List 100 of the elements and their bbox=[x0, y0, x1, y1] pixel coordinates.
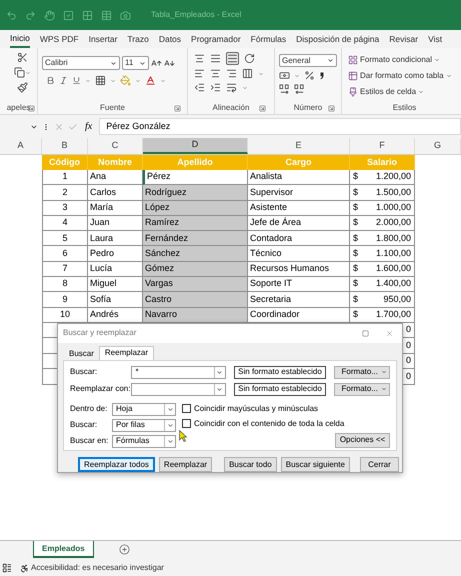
checkbox[interactable]: Coincidir mayúsculas y minúsculas bbox=[182, 402, 390, 415]
formula-field[interactable]: Pérez González bbox=[99, 118, 461, 135]
column-header[interactable]: A bbox=[0, 138, 42, 154]
paintbrush-icon[interactable] bbox=[17, 82, 28, 93]
close-icon[interactable] bbox=[385, 328, 394, 338]
align-right-icon[interactable] bbox=[226, 68, 237, 79]
dialog-tab[interactable]: Buscar bbox=[64, 348, 99, 360]
table-cell-text: Soporte IT bbox=[250, 277, 292, 290]
ribbon-tab[interactable]: Datos bbox=[158, 30, 182, 48]
dialog-button[interactable]: Cerrar bbox=[360, 457, 399, 472]
ribbon-tab[interactable]: Revisar bbox=[389, 30, 418, 48]
dialog-launcher-icon[interactable] bbox=[328, 104, 335, 112]
styles-button[interactable]: Estilos de celda bbox=[348, 85, 461, 98]
ribbon-tab[interactable]: WPS PDF bbox=[40, 30, 79, 48]
table-cell: 6 bbox=[42, 246, 88, 262]
checkbox[interactable]: Coincidir con el contenido de toda la celda bbox=[182, 418, 390, 430]
decrease-font-icon[interactable] bbox=[164, 58, 175, 68]
dialog-tab[interactable]: Reemplazar bbox=[98, 346, 154, 360]
bold-icon[interactable] bbox=[46, 76, 55, 85]
option-select[interactable]: Fórmulas bbox=[112, 434, 176, 448]
table-cell-text: 1.000,00 bbox=[376, 200, 411, 214]
styles-button[interactable]: Dar formato como tabla bbox=[348, 69, 461, 82]
scissors-icon[interactable] bbox=[17, 52, 28, 63]
chevron-down-icon bbox=[216, 386, 224, 393]
table-cell: 9 bbox=[42, 292, 88, 308]
insert-function-button[interactable]: fx bbox=[82, 119, 96, 134]
dialog-button[interactable]: Reemplazar bbox=[158, 457, 212, 472]
table-cell-text: 950,00 bbox=[383, 292, 411, 306]
decrease-decimal-icon[interactable] bbox=[294, 84, 305, 95]
sheet-tab[interactable]: Empleados bbox=[33, 541, 94, 558]
column-header[interactable]: E bbox=[248, 138, 350, 154]
styles-icon bbox=[348, 86, 358, 96]
dialog-button[interactable]: Reemplazar todos bbox=[78, 457, 155, 472]
number-format-field[interactable]: General bbox=[279, 54, 337, 67]
option-select[interactable]: Hoja bbox=[112, 402, 176, 416]
increase-decimal-icon[interactable] bbox=[279, 84, 290, 95]
font-name-field[interactable]: Calibri bbox=[42, 56, 120, 70]
dialog-button[interactable]: Buscar siguiente bbox=[280, 457, 350, 472]
percent-icon[interactable] bbox=[304, 70, 315, 81]
find-field[interactable] bbox=[131, 382, 226, 396]
comma-icon[interactable] bbox=[319, 71, 325, 80]
currency-symbol: $ bbox=[353, 186, 358, 199]
currency-icon[interactable] bbox=[279, 70, 290, 81]
format-button[interactable]: Formato... bbox=[334, 366, 390, 379]
find-field[interactable]: * bbox=[131, 366, 226, 379]
align-bottom-icon[interactable] bbox=[227, 53, 238, 64]
increase-font-icon[interactable] bbox=[151, 58, 162, 68]
font-color-icon[interactable] bbox=[145, 75, 156, 86]
checkbox-icon[interactable] bbox=[63, 10, 74, 20]
ribbon-tab[interactable]: Trazo bbox=[127, 30, 149, 48]
option-label: Dentro de: bbox=[70, 403, 108, 416]
ribbon-tab[interactable]: Disposición de página bbox=[296, 30, 380, 48]
ribbon-tab[interactable]: Fórmulas bbox=[250, 30, 286, 48]
group-label: Estilos bbox=[392, 102, 416, 114]
indent-decrease-icon[interactable] bbox=[194, 82, 205, 93]
table-cell: 7 bbox=[42, 262, 88, 278]
window-title: Tabla_Empleados - Excel bbox=[151, 9, 242, 21]
font-size-field[interactable]: 11 bbox=[122, 56, 149, 70]
wrap-text-icon[interactable] bbox=[226, 82, 237, 93]
ribbon-tab[interactable]: Vist bbox=[428, 30, 442, 48]
table-cell: Pedro bbox=[88, 246, 143, 262]
currency-symbol: $ bbox=[353, 262, 358, 276]
column-header[interactable]: B bbox=[42, 138, 88, 154]
chevron-down-icon bbox=[110, 60, 117, 66]
copy-icon[interactable] bbox=[14, 67, 25, 78]
chevron-down-icon bbox=[418, 88, 424, 94]
orientation-icon[interactable] bbox=[244, 53, 255, 64]
column-header[interactable]: D bbox=[143, 138, 248, 154]
table-header-cell: Cargo bbox=[248, 155, 350, 170]
table-cell: Sofía bbox=[88, 292, 143, 308]
dialog-launcher-icon[interactable] bbox=[174, 104, 181, 112]
group-label: Fuente bbox=[100, 102, 125, 114]
table-header-cell: Código bbox=[42, 155, 88, 170]
table-cell: 5 bbox=[42, 231, 88, 246]
underline-icon[interactable] bbox=[72, 76, 81, 85]
ribbon-tab[interactable]: Insertar bbox=[88, 30, 118, 48]
dialog-launcher-icon[interactable] bbox=[259, 104, 266, 112]
add-sheet-icon[interactable] bbox=[118, 544, 130, 555]
align-middle-icon[interactable] bbox=[210, 53, 221, 64]
column-header[interactable]: G bbox=[415, 138, 461, 154]
ribbon-tab[interactable]: Programador bbox=[191, 30, 241, 48]
options-button[interactable]: Opciones << bbox=[335, 432, 390, 448]
borders-icon[interactable] bbox=[95, 75, 106, 86]
accessibility-icon bbox=[20, 564, 29, 572]
table-cell-text: Coordinador bbox=[250, 308, 300, 322]
dialog-launcher-icon[interactable] bbox=[28, 104, 35, 112]
merge-icon[interactable] bbox=[242, 68, 253, 79]
column-header[interactable]: F bbox=[350, 138, 415, 154]
italic-icon[interactable] bbox=[59, 76, 68, 85]
align-left-icon[interactable] bbox=[194, 68, 205, 79]
maximize-icon[interactable] bbox=[362, 330, 369, 337]
align-top-icon[interactable] bbox=[194, 53, 205, 64]
indent-increase-icon[interactable] bbox=[210, 82, 221, 93]
fill-color-icon[interactable] bbox=[120, 75, 131, 86]
format-button[interactable]: Formato... bbox=[334, 382, 390, 396]
table-header-cell: Nombre bbox=[88, 155, 143, 170]
option-select[interactable]: Por filas bbox=[112, 418, 176, 432]
styles-button[interactable]: Formato condicional bbox=[348, 53, 461, 66]
align-center-icon[interactable] bbox=[210, 68, 221, 79]
dialog-button[interactable]: Buscar todo bbox=[224, 457, 277, 472]
